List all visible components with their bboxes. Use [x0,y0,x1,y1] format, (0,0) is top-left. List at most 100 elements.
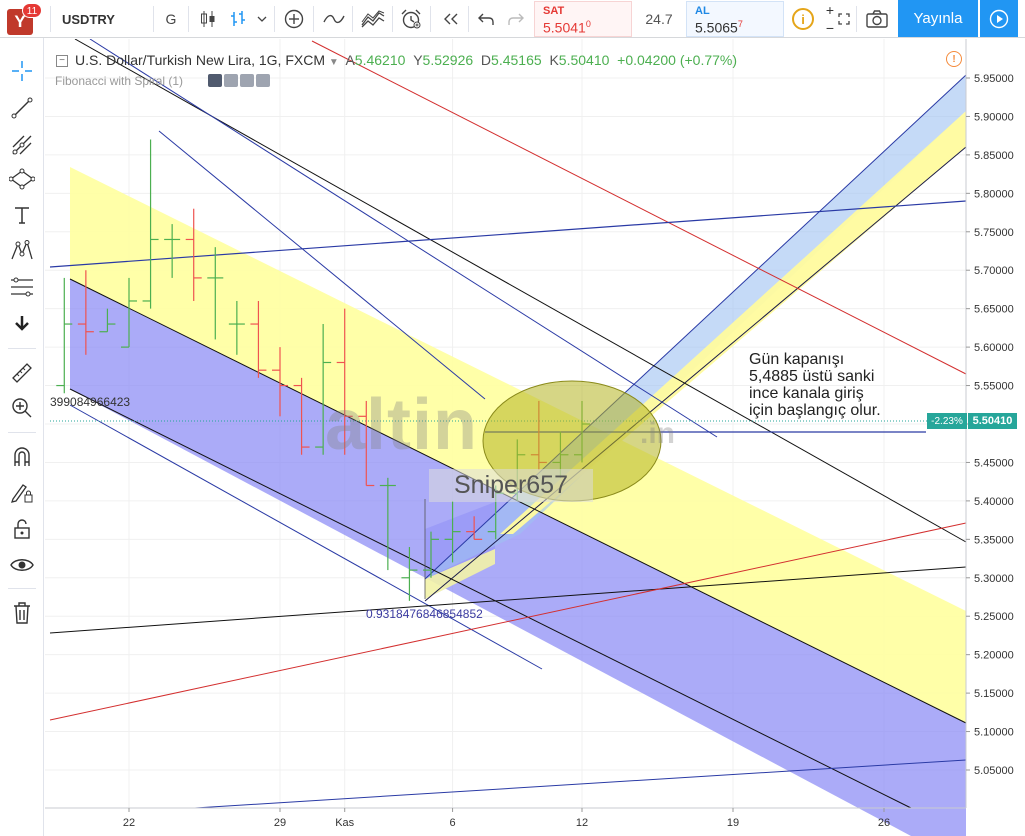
magnet-icon[interactable] [4,440,40,474]
price-tick-label: 5.60000 [974,342,1014,354]
study-controls [208,74,270,88]
eye-icon[interactable] [4,548,40,582]
fib-study-label: Fibonacci with Spiral (1) [55,74,184,88]
legend-high-label: Y [413,52,423,68]
watermark-suffix: .in [640,417,675,450]
time-tick-label: 6 [450,817,456,829]
compare-icon[interactable] [320,0,348,38]
redo-icon[interactable] [504,0,528,38]
separator [856,6,857,32]
zoom-in-icon[interactable] [4,391,40,425]
price-tick-label: 5.10000 [974,727,1014,739]
dropdown-icon[interactable]: ▼ [329,57,342,68]
price-tick-label: 5.40000 [974,496,1014,508]
legend-high-value: 5.52926 [422,52,474,68]
buy-price: 5.50657 [695,19,743,36]
watermark-text: altin [325,385,479,465]
level-label: 399084966423 [50,395,131,409]
fullscreen-icon[interactable] [836,0,852,38]
price-tick-label: 5.70000 [974,265,1014,277]
interval-selector[interactable]: G [157,0,185,38]
separator [8,432,36,433]
price-tick-label: 5.65000 [974,304,1014,316]
shapes-icon[interactable] [4,162,40,196]
legend-low-label: D [480,52,492,68]
price-tick-label: 5.90000 [974,111,1014,123]
sell-label: SAT [543,5,565,17]
note-line: Gün kapanışı [749,351,845,368]
trash-icon[interactable] [4,596,40,630]
note-line: 5,4885 üstü sanki [749,368,875,385]
price-tick-label: 5.35000 [974,534,1014,546]
notification-badge: 11 [22,3,42,18]
lock-drawing-icon[interactable] [4,476,40,510]
replay-icon[interactable] [438,0,464,38]
separator [352,6,353,32]
crosshair-icon[interactable] [4,54,40,88]
separator [8,348,36,349]
buy-button[interactable]: AL 5.50657 [686,1,784,37]
legend-change: +0.04200 (+0.77%) [617,52,738,68]
price-tick-label: 5.15000 [974,688,1014,700]
author-label: Sniper657 [429,469,593,502]
plus-icon[interactable] [240,74,254,87]
info-icon[interactable]: i [792,8,814,30]
price-tick-label: 5.25000 [974,611,1014,623]
legend-open-label: A [345,52,355,68]
eye-icon[interactable] [208,74,222,87]
chart-area[interactable]: 5.95000 5.90000 5.85000 5.80000 5.75000 5.700… [45,38,1025,836]
undo-icon[interactable] [474,0,498,38]
pitchfork-icon[interactable] [4,128,40,162]
drawing-toolbar [0,38,44,836]
sell-price: 5.50410 [543,19,591,36]
alert-clock-icon[interactable] [398,0,424,38]
separator [313,6,314,32]
add-indicator-icon[interactable] [281,0,307,38]
chart-legend: U.S. Dollar/Turkish New Lira, 1G, FXCM ▼… [75,52,737,68]
unlock-icon[interactable] [4,512,40,546]
chevron-down-icon[interactable] [254,0,270,38]
time-tick-label: Kas [335,817,354,829]
legend-close-label: K [549,52,559,68]
pattern-icon[interactable] [4,234,40,268]
legend-close-value: 5.50410 [558,52,610,68]
separator [392,6,393,32]
arrow-down-icon[interactable] [4,306,40,340]
time-tick-label: 22 [123,817,135,829]
sell-button[interactable]: SAT 5.50410 [534,1,632,37]
app-window: Y 11 USDTRY G SAT 5.50410 24.7 AL 5.5065… [0,0,1025,836]
bar-style-icon[interactable] [226,0,250,38]
spread-value: 24.7 [645,11,673,27]
buy-label: AL [695,5,710,17]
warning-icon[interactable]: ! [946,51,962,67]
text-note[interactable]: Gün kapanışı 5,4885 üstü sanki ince kana… [749,351,949,419]
symbol-search[interactable]: USDTRY [56,0,150,38]
collapse-legend-button[interactable]: − [56,55,68,67]
level-label: 0.9318476846854852 [366,607,483,621]
play-icon[interactable] [980,0,1018,37]
indicators-icon[interactable] [358,0,388,38]
chart-canvas[interactable]: 5.95000 5.90000 5.85000 5.80000 5.75000 5.700… [45,38,1025,836]
candles-icon[interactable] [196,0,220,38]
separator [50,6,51,32]
price-tick-label: 5.75000 [974,227,1014,239]
ruler-icon[interactable] [4,356,40,390]
price-tick-label: 5.20000 [974,650,1014,662]
time-tick-label: 29 [274,817,286,829]
time-tick-label: 26 [878,817,890,829]
publish-button[interactable]: Yayınla [898,0,978,37]
last-price-tag: 5.50410 [968,413,1017,429]
separator [430,6,431,32]
separator [188,6,189,32]
trend-line-icon[interactable] [4,91,40,125]
settings-icon[interactable] [224,74,238,87]
fib-tools-icon[interactable] [4,270,40,304]
separator [8,588,36,589]
time-tick-label: 19 [727,817,739,829]
time-axis: 22 29 Kas 6 12 19 26 [123,808,890,829]
close-icon[interactable] [256,74,270,87]
separator [274,6,275,32]
camera-icon[interactable] [862,0,892,38]
price-tick-label: 5.80000 [974,188,1014,200]
text-icon[interactable] [4,198,40,232]
